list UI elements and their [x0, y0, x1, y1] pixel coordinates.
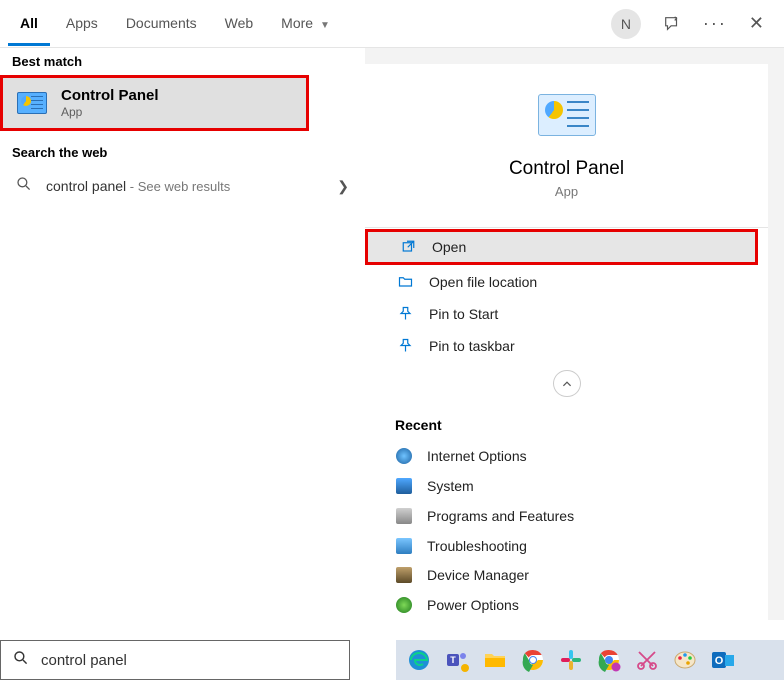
recent-label: Programs and Features — [427, 508, 574, 524]
details-title: Control Panel — [509, 158, 624, 180]
taskbar-paint[interactable] — [668, 643, 702, 677]
recent-label: System — [427, 478, 474, 494]
taskbar-outlook[interactable]: O — [706, 643, 740, 677]
action-open-file-location[interactable]: Open file location — [365, 266, 768, 298]
tab-apps[interactable]: Apps — [54, 1, 110, 46]
search-web-header: Search the web — [0, 131, 365, 166]
recent-troubleshooting[interactable]: Troubleshooting — [365, 531, 768, 561]
recent-header: Recent — [365, 405, 442, 441]
pin-icon — [395, 338, 415, 353]
svg-text:T: T — [450, 655, 456, 665]
svg-text:O: O — [715, 655, 724, 667]
device-manager-icon — [395, 566, 413, 584]
close-icon[interactable]: ✕ — [749, 13, 764, 34]
taskbar-slack[interactable] — [554, 643, 588, 677]
action-pin-to-start-label: Pin to Start — [429, 306, 498, 322]
recent-system[interactable]: System — [365, 471, 768, 501]
search-bar[interactable] — [0, 640, 350, 680]
details-panel: Control Panel App Open Open file locatio… — [365, 64, 768, 620]
recent-internet-options[interactable]: Internet Options — [365, 441, 768, 471]
taskbar-snip[interactable] — [630, 643, 664, 677]
recent-device-manager[interactable]: Device Manager — [365, 560, 768, 590]
header-actions: N ··· ✕ — [611, 9, 776, 39]
collapse-button[interactable] — [553, 370, 581, 398]
web-suffix-text: - See web results — [126, 179, 230, 194]
chevron-right-icon: ❯ — [337, 178, 349, 195]
filter-tabs: All Apps Documents Web More ▼ — [8, 1, 342, 46]
user-avatar[interactable]: N — [611, 9, 641, 39]
recent-programs-and-features[interactable]: Programs and Features — [365, 501, 768, 531]
recent-label: Troubleshooting — [427, 538, 527, 554]
feedback-icon[interactable] — [663, 15, 681, 33]
chevron-down-icon: ▼ — [320, 20, 330, 31]
taskbar-teams[interactable]: T — [440, 643, 474, 677]
search-web-result[interactable]: control panel - See web results ❯ — [0, 166, 365, 207]
more-options-icon[interactable]: ··· — [703, 13, 727, 34]
tab-documents[interactable]: Documents — [114, 1, 209, 46]
system-icon — [395, 477, 413, 495]
action-pin-to-start[interactable]: Pin to Start — [365, 298, 768, 330]
tab-all[interactable]: All — [8, 1, 50, 46]
action-open-label: Open — [432, 239, 466, 255]
taskbar-edge[interactable] — [402, 643, 436, 677]
pin-icon — [395, 306, 415, 321]
tab-more-label: More — [281, 15, 313, 31]
web-query-text: control panel — [46, 178, 126, 194]
control-panel-icon-large — [538, 94, 596, 136]
results-body: Best match Control Panel App Search the … — [0, 48, 784, 620]
tab-web[interactable]: Web — [213, 1, 266, 46]
action-pin-to-taskbar-label: Pin to taskbar — [429, 338, 515, 354]
actions-list: Open Open file location Pin to Start — [365, 227, 768, 362]
recent-label: Device Manager — [427, 567, 529, 583]
troubleshooting-icon — [395, 537, 413, 555]
power-options-icon — [395, 596, 413, 614]
programs-icon — [395, 507, 413, 525]
action-open-file-location-label: Open file location — [429, 274, 537, 290]
taskbar-file-explorer[interactable] — [478, 643, 512, 677]
folder-icon — [395, 274, 415, 289]
control-panel-icon — [17, 92, 47, 114]
tab-more[interactable]: More ▼ — [269, 1, 342, 46]
best-match-result[interactable]: Control Panel App — [0, 75, 309, 131]
action-open[interactable]: Open — [365, 229, 758, 265]
best-match-subtitle: App — [61, 105, 159, 119]
search-input[interactable] — [41, 652, 321, 669]
taskbar-chrome-canary[interactable] — [592, 643, 626, 677]
internet-options-icon — [395, 447, 413, 465]
action-pin-to-taskbar[interactable]: Pin to taskbar — [365, 330, 768, 362]
best-match-header: Best match — [0, 48, 365, 75]
recent-power-options[interactable]: Power Options — [365, 590, 768, 620]
taskbar: T O — [396, 640, 784, 680]
details-subtitle: App — [555, 184, 578, 199]
search-icon — [16, 176, 32, 197]
best-match-title: Control Panel — [61, 87, 159, 105]
taskbar-chrome[interactable] — [516, 643, 550, 677]
results-right: Control Panel App Open Open file locatio… — [365, 48, 784, 620]
search-icon — [13, 650, 29, 671]
results-left: Best match Control Panel App Search the … — [0, 48, 365, 620]
open-icon — [398, 239, 418, 254]
search-header: All Apps Documents Web More ▼ N ··· ✕ — [0, 0, 784, 48]
recent-label: Power Options — [427, 597, 519, 613]
recent-label: Internet Options — [427, 448, 527, 464]
